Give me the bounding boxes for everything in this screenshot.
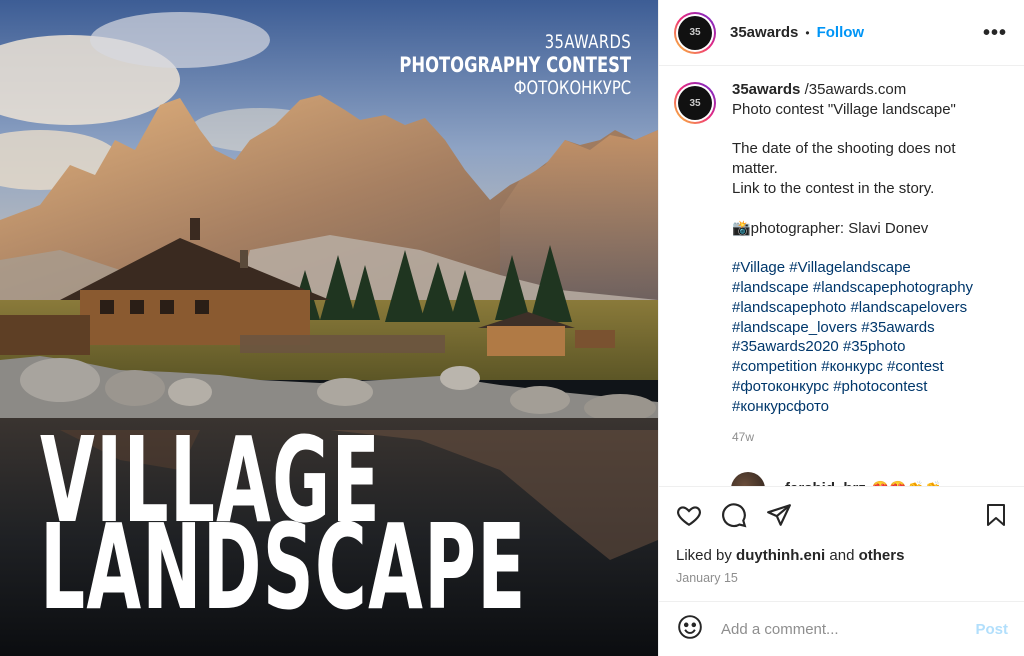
- boulder: [168, 378, 212, 406]
- cloud: [90, 12, 270, 68]
- brand-subtitle: PHOTOGRAPHY CONTEST: [399, 53, 631, 77]
- caption-line: matter.: [732, 160, 778, 178]
- author-username[interactable]: 35awards: [730, 24, 798, 41]
- caption-line: 35awards /35awards.com: [732, 81, 907, 98]
- hashtag-link[interactable]: #contest: [887, 358, 944, 375]
- hashtag-link[interactable]: #landscapephotography: [813, 279, 973, 296]
- bookmark-icon[interactable]: [984, 502, 1008, 528]
- caption-line: The date of the shooting does not: [732, 140, 956, 158]
- liked-by-others[interactable]: others: [859, 547, 905, 564]
- hashtag-link[interactable]: #35photo: [843, 338, 906, 355]
- hashtag-link[interactable]: #landscapelovers: [850, 299, 967, 316]
- post-age[interactable]: 47w: [732, 428, 973, 448]
- hashtag-line: #конкурсфото: [732, 397, 973, 417]
- headline-landscape: LANDSCAPE: [40, 498, 527, 636]
- add-comment-bar: Post: [659, 601, 1024, 656]
- boulder: [584, 394, 656, 422]
- caption-line: [732, 120, 973, 140]
- share-icon[interactable]: [766, 502, 792, 528]
- profile-logo-icon: 35: [678, 86, 712, 120]
- comment-icon[interactable]: [721, 502, 747, 528]
- hashtag-list: #Village #Villagelandscape #landscape #la…: [732, 258, 973, 416]
- boulder: [317, 378, 373, 406]
- post-actions: Liked by duythinh.eni and others January…: [659, 486, 1024, 601]
- action-icons: [676, 502, 792, 528]
- comment-item: farshid_brz 😍😍👏👏: [731, 472, 973, 486]
- fence: [240, 335, 445, 353]
- caption-username[interactable]: 35awards: [732, 81, 800, 98]
- caption-line: Photo contest "Village landscape": [732, 100, 956, 118]
- caption-line: [732, 199, 973, 219]
- brand-subtitle-ru: ФОТОКОНКУРС: [513, 77, 631, 99]
- shed: [0, 315, 90, 355]
- chalet-window: [195, 300, 209, 314]
- heart-icon[interactable]: [676, 502, 702, 528]
- chalet-window: [100, 300, 114, 314]
- profile-logo-icon: 35: [678, 15, 712, 50]
- caption-avatar[interactable]: 35: [674, 82, 716, 124]
- post-date[interactable]: January 15: [676, 571, 738, 585]
- hashtag-link[interactable]: #photocontest: [833, 378, 927, 395]
- boulder: [440, 366, 480, 390]
- boulder: [510, 386, 570, 414]
- hashtag-link[interactable]: #Village: [732, 259, 785, 276]
- hashtag-link[interactable]: #35awards: [861, 319, 934, 336]
- hashtag-line: #Village #Villagelandscape: [732, 258, 973, 278]
- hashtag-link[interactable]: #конкурс: [821, 358, 883, 375]
- post-comment-button[interactable]: Post: [975, 621, 1008, 638]
- caption-line: Link to the contest in the story.: [732, 179, 935, 197]
- chimney: [190, 218, 200, 240]
- instagram-post-view: 35AWARDS PHOTOGRAPHY CONTEST ФОТОКОНКУРС…: [0, 0, 1024, 656]
- post-header: 35 35awards • Follow •••: [659, 0, 1024, 66]
- liked-by-user[interactable]: duythinh.eni: [736, 547, 825, 564]
- hashtag-line: #фотоконкурс #photocontest: [732, 377, 973, 397]
- contest-brand: 35AWARDS PHOTOGRAPHY CONTEST ФОТОКОНКУРС: [334, 31, 631, 99]
- follow-button[interactable]: Follow: [817, 24, 865, 41]
- cabin-wall: [487, 326, 565, 356]
- hashtag-link[interactable]: #конкурсфото: [732, 398, 829, 415]
- hashtag-link[interactable]: #landscapephoto: [732, 299, 846, 316]
- hashtag-link[interactable]: #фотоконкурс: [732, 378, 829, 395]
- comment-input[interactable]: [721, 620, 961, 638]
- separator-dot: •: [805, 25, 810, 40]
- commenter-avatar[interactable]: [731, 472, 765, 486]
- brand-name: 35AWARDS: [544, 31, 631, 53]
- chimney: [240, 250, 248, 268]
- hashtag-link[interactable]: #Villagelandscape: [789, 259, 911, 276]
- caption-section: 35 35awards /35awards.com Photo contest …: [659, 66, 1024, 486]
- hashtag-line: #landscape_lovers #35awards: [732, 318, 973, 338]
- caption-text: 35awards /35awards.com Photo contest "Vi…: [731, 80, 973, 486]
- hashtag-line: #landscape #landscapephotography: [732, 278, 973, 298]
- boulder: [20, 358, 100, 402]
- boulder: [105, 370, 165, 406]
- hashtag-line: #landscapephoto #landscapelovers: [732, 298, 973, 318]
- post-side-panel: 35 35awards • Follow ••• 35 35awards /35…: [658, 0, 1024, 656]
- hashtag-link[interactable]: #competition: [732, 358, 817, 375]
- smiley-icon[interactable]: [677, 614, 703, 645]
- more-options-icon[interactable]: •••: [983, 22, 1007, 45]
- hashtag-line: #competition #конкурс #contest: [732, 357, 973, 377]
- chalet-window: [160, 300, 174, 314]
- likes-summary: Liked by duythinh.eni and others: [676, 547, 905, 564]
- caption-line: [732, 238, 973, 258]
- hashtag-line: #35awards2020 #35photo: [732, 337, 973, 357]
- hashtag-link[interactable]: #landscape: [732, 279, 809, 296]
- hashtag-link[interactable]: #35awards2020: [732, 338, 839, 355]
- avatar[interactable]: 35: [674, 11, 716, 54]
- cabin-small: [575, 330, 615, 348]
- caption-line: 📸photographer: Slavi Donev: [732, 219, 929, 237]
- post-image[interactable]: 35AWARDS PHOTOGRAPHY CONTEST ФОТОКОНКУРС…: [0, 0, 658, 656]
- hashtag-link[interactable]: #landscape_lovers: [732, 319, 857, 336]
- chalet-window: [130, 300, 144, 314]
